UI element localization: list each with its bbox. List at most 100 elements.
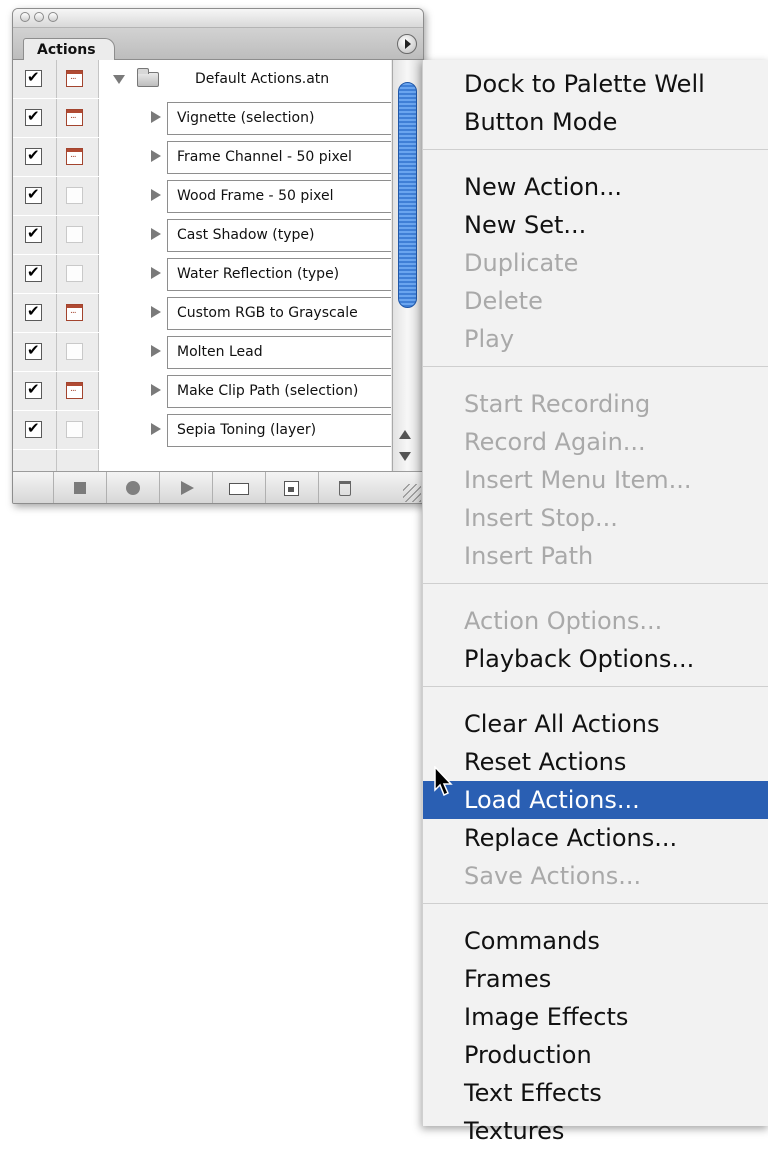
menu-item-new-action[interactable]: New Action... xyxy=(423,168,768,206)
menu-item-text-effects[interactable]: Text Effects xyxy=(423,1074,768,1112)
disclosure-collapsed-icon[interactable] xyxy=(151,267,161,279)
disclosure-expanded-icon[interactable] xyxy=(113,75,125,84)
menu-item-production[interactable]: Production xyxy=(423,1036,768,1074)
dialog-toggle-icon[interactable] xyxy=(66,343,83,360)
menu-item-insert-path: Insert Path xyxy=(464,542,594,570)
menu-item-textures[interactable]: Textures xyxy=(423,1112,768,1150)
disclosure-collapsed-icon[interactable] xyxy=(151,150,161,162)
resize-grip-icon[interactable] xyxy=(403,484,421,502)
menu-item-image-effects[interactable]: Image Effects xyxy=(423,998,768,1036)
menu-item-button-mode[interactable]: Button Mode xyxy=(423,103,768,141)
menu-separator xyxy=(423,583,768,584)
action-row[interactable]: Custom RGB to Grayscale xyxy=(13,294,391,332)
palette-titlebar[interactable] xyxy=(13,9,423,28)
disclosure-collapsed-icon[interactable] xyxy=(151,189,161,201)
menu-item-playback-options[interactable]: Playback Options... xyxy=(423,640,768,678)
stop-button[interactable] xyxy=(53,472,106,503)
toggle-checkbox[interactable] xyxy=(25,263,42,282)
action-row[interactable]: Molten Lead xyxy=(13,333,391,371)
action-row-partial[interactable] xyxy=(13,450,391,471)
action-name: Custom RGB to Grayscale xyxy=(177,305,358,321)
disclosure-collapsed-icon[interactable] xyxy=(151,345,161,357)
scroll-up-arrow-icon[interactable] xyxy=(399,430,411,439)
delete-button[interactable] xyxy=(318,472,371,503)
action-row[interactable]: Wood Frame - 50 pixel xyxy=(13,177,391,215)
dialog-cell xyxy=(57,294,99,332)
palette-menu-button[interactable] xyxy=(397,34,417,54)
name-cell: Sepia Toning (layer) xyxy=(99,411,391,449)
disclosure-collapsed-icon[interactable] xyxy=(151,228,161,240)
dialog-cell xyxy=(57,177,99,215)
dialog-toggle-icon[interactable] xyxy=(66,148,83,165)
toggle-cell xyxy=(13,372,57,410)
action-name: Molten Lead xyxy=(177,344,263,360)
menu-item-save-actions: Save Actions... xyxy=(464,862,642,890)
menu-item-frames[interactable]: Frames xyxy=(423,960,768,998)
dialog-toggle-icon[interactable] xyxy=(66,421,83,438)
scroll-down-arrow-icon[interactable] xyxy=(399,452,411,461)
dialog-toggle-icon[interactable] xyxy=(66,226,83,243)
toggle-checkbox[interactable] xyxy=(25,146,42,165)
toggle-checkbox[interactable] xyxy=(25,185,42,204)
minimize-window-icon[interactable] xyxy=(34,12,44,22)
new-set-button[interactable] xyxy=(212,472,265,503)
new-action-button[interactable] xyxy=(265,472,318,503)
action-row[interactable]: Water Reflection (type) xyxy=(13,255,391,293)
action-row[interactable]: Make Clip Path (selection) xyxy=(13,372,391,410)
set-name: Default Actions.atn xyxy=(195,71,330,87)
action-name: Vignette (selection) xyxy=(177,110,315,126)
menu-item-dock-to-palette-well[interactable]: Dock to Palette Well xyxy=(423,65,768,103)
toggle-checkbox[interactable] xyxy=(25,380,42,399)
name-cell: Wood Frame - 50 pixel xyxy=(99,177,391,215)
toggle-checkbox[interactable] xyxy=(25,107,42,126)
toggle-checkbox[interactable] xyxy=(25,302,42,321)
play-icon xyxy=(181,481,194,495)
menu-item-clear-all-actions[interactable]: Clear All Actions xyxy=(423,705,768,743)
scroll-thumb[interactable] xyxy=(398,82,417,308)
menu-item-new-set[interactable]: New Set... xyxy=(423,206,768,244)
menu-item-start-recording: Start Recording xyxy=(464,390,651,418)
action-row[interactable]: Cast Shadow (type) xyxy=(13,216,391,254)
play-button[interactable] xyxy=(159,472,212,503)
name-cell: Frame Channel - 50 pixel xyxy=(99,138,391,176)
action-name: Frame Channel - 50 pixel xyxy=(177,149,352,165)
toggle-checkbox[interactable] xyxy=(25,224,42,243)
dialog-toggle-icon[interactable] xyxy=(66,382,83,399)
action-name: Wood Frame - 50 pixel xyxy=(177,188,334,204)
action-name: Make Clip Path (selection) xyxy=(177,383,359,399)
toggle-checkbox[interactable] xyxy=(25,341,42,360)
dialog-cell xyxy=(57,255,99,293)
dialog-toggle-icon[interactable] xyxy=(66,109,83,126)
menu-item-reset-actions[interactable]: Reset Actions xyxy=(423,743,768,781)
dialog-cell xyxy=(57,411,99,449)
dialog-toggle-icon[interactable] xyxy=(66,304,83,321)
menu-item-replace-actions[interactable]: Replace Actions... xyxy=(423,819,768,857)
tab-actions[interactable]: Actions xyxy=(23,38,115,60)
menu-item-insert-menu-item: Insert Menu Item... xyxy=(464,466,692,494)
trash-icon xyxy=(339,481,351,496)
dialog-toggle-icon[interactable] xyxy=(66,265,83,282)
record-button[interactable] xyxy=(106,472,159,503)
action-row[interactable]: Vignette (selection) xyxy=(13,99,391,137)
action-set-row[interactable]: Default Actions.atn xyxy=(13,60,391,98)
name-cell: Molten Lead xyxy=(99,333,391,371)
action-row[interactable]: Frame Channel - 50 pixel xyxy=(13,138,391,176)
toggle-checkbox[interactable] xyxy=(25,68,42,87)
action-name: Sepia Toning (layer) xyxy=(177,422,317,438)
menu-item-load-actions[interactable]: Load Actions... xyxy=(423,781,768,819)
close-window-icon[interactable] xyxy=(20,12,30,22)
toggle-checkbox[interactable] xyxy=(25,419,42,438)
disclosure-collapsed-icon[interactable] xyxy=(151,384,161,396)
zoom-window-icon[interactable] xyxy=(48,12,58,22)
name-cell: Water Reflection (type) xyxy=(99,255,391,293)
disclosure-collapsed-icon[interactable] xyxy=(151,111,161,123)
dialog-toggle-icon[interactable] xyxy=(66,70,83,87)
dialog-toggle-icon[interactable] xyxy=(66,187,83,204)
disclosure-collapsed-icon[interactable] xyxy=(151,423,161,435)
disclosure-collapsed-icon[interactable] xyxy=(151,306,161,318)
vertical-scrollbar[interactable] xyxy=(392,60,422,471)
menu-separator xyxy=(423,686,768,687)
menu-item-commands[interactable]: Commands xyxy=(423,922,768,960)
action-row[interactable]: Sepia Toning (layer) xyxy=(13,411,391,449)
name-cell: Make Clip Path (selection) xyxy=(99,372,391,410)
